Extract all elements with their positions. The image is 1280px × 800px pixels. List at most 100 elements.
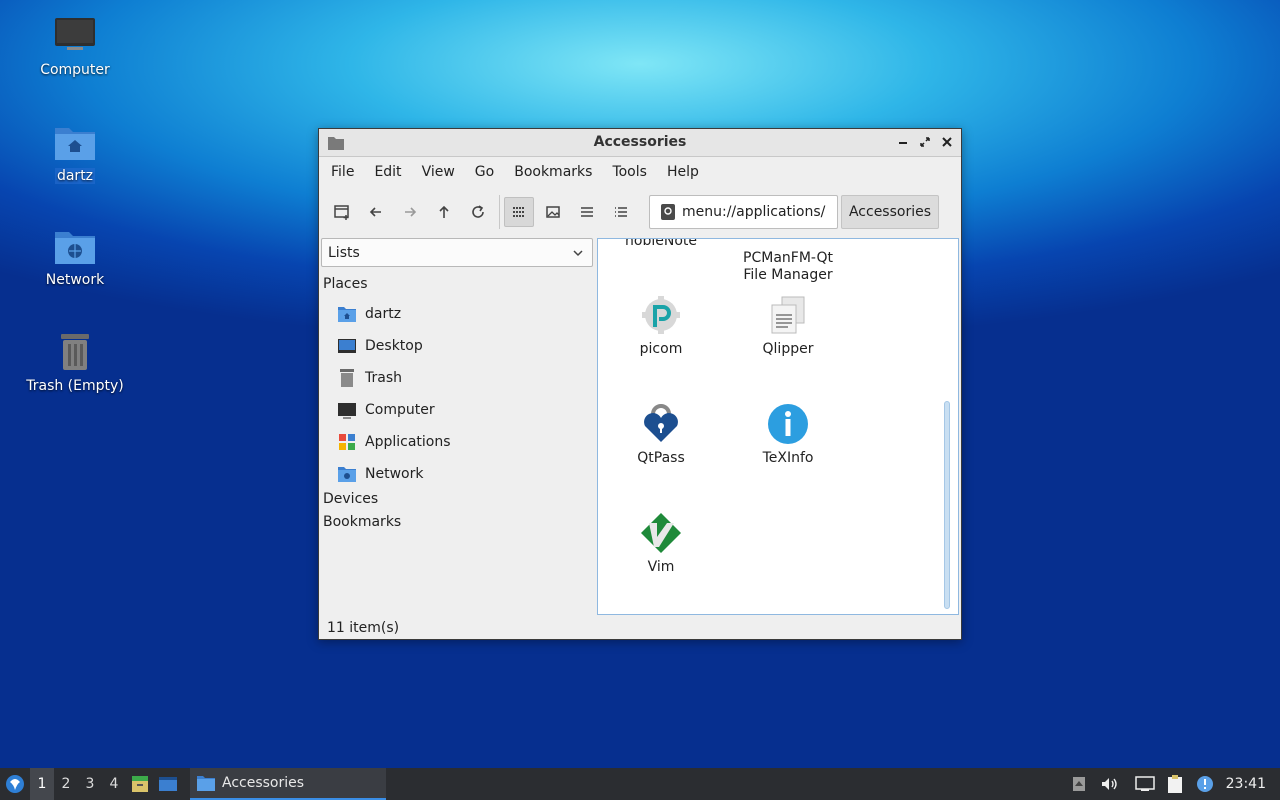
picom-icon <box>642 296 680 334</box>
lxqt-logo-icon <box>6 775 24 793</box>
menu-view[interactable]: View <box>412 164 465 180</box>
compact-view-button[interactable] <box>572 197 602 227</box>
quicklaunch-file-manager[interactable] <box>126 768 154 800</box>
icon-view-button[interactable] <box>504 197 534 227</box>
start-menu-button[interactable] <box>0 768 30 800</box>
file-item-texinfo[interactable]: TeXInfo <box>728 402 848 467</box>
close-icon <box>942 137 952 147</box>
tray-expand-button[interactable] <box>1064 768 1094 800</box>
applications-icon <box>339 434 355 450</box>
up-button[interactable] <box>429 197 459 227</box>
taskbar-task-accessories[interactable]: Accessories <box>190 768 386 800</box>
home-folder-icon <box>55 128 95 160</box>
reload-button[interactable] <box>463 197 493 227</box>
detailed-view-button[interactable] <box>606 197 636 227</box>
sidebar-item-computer[interactable]: Computer <box>337 396 435 424</box>
desktop-icon-trash[interactable]: Trash (Empty) <box>20 330 130 394</box>
maximize-button[interactable] <box>915 132 935 152</box>
qtpass-icon <box>644 404 678 442</box>
address-bar[interactable]: menu://applications/ <box>649 195 838 229</box>
clock[interactable]: 23:41 <box>1220 776 1280 792</box>
desktop-icon <box>338 339 356 353</box>
sidebar-item-dartz[interactable]: dartz <box>337 300 401 328</box>
sidebar-item-applications[interactable]: Applications <box>337 428 451 456</box>
workspace-2[interactable]: 2 <box>54 768 78 800</box>
file-manager-window: Accessories File Edit View Go Bookmarks … <box>318 128 962 640</box>
arrow-up-icon <box>439 205 449 218</box>
file-cabinet-icon <box>132 776 148 792</box>
places-heading[interactable]: Places <box>323 276 368 292</box>
sidebar: Lists Places dartz Desktop Trash Compute… <box>319 238 595 614</box>
reload-icon <box>472 205 484 218</box>
menu-edit[interactable]: Edit <box>364 164 411 180</box>
new-tab-icon <box>334 205 349 220</box>
desktop-icon-network[interactable]: Network <box>20 226 130 288</box>
menu-tools[interactable]: Tools <box>602 164 657 180</box>
menubar: File Edit View Go Bookmarks Tools Help <box>319 157 961 187</box>
desktop-icon-label: Computer <box>40 62 110 78</box>
quicklaunch-show-desktop[interactable] <box>154 768 182 800</box>
devices-heading[interactable]: Devices <box>323 491 378 507</box>
menu-help[interactable]: Help <box>657 164 709 180</box>
file-item-picom[interactable]: picom <box>601 293 721 358</box>
workspace-3[interactable]: 3 <box>78 768 102 800</box>
clipboard-tray-button[interactable] <box>1160 768 1190 800</box>
arrow-right-icon <box>405 207 417 217</box>
sidebar-item-label: Computer <box>365 402 435 418</box>
file-item-qlipper[interactable]: Qlipper <box>728 293 848 358</box>
notification-tray-button[interactable] <box>1190 768 1220 800</box>
sidebar-item-desktop[interactable]: Desktop <box>337 332 423 360</box>
window-titlebar[interactable]: Accessories <box>319 129 961 157</box>
desktop-icon-label: dartz <box>54 168 96 184</box>
workspace-4[interactable]: 4 <box>102 768 126 800</box>
volume-button[interactable] <box>1094 768 1124 800</box>
folder-icon <box>197 776 215 791</box>
notification-icon <box>1196 776 1213 792</box>
file-item-vim[interactable]: Vim <box>601 511 721 576</box>
status-bar-text: 11 item(s) <box>327 620 400 636</box>
sidebar-mode-select[interactable]: Lists <box>321 238 593 267</box>
breadcrumb-accessories[interactable]: Accessories <box>841 195 939 229</box>
file-item-label: PCManFM-Qt File Manager <box>743 250 833 283</box>
bookmarks-heading[interactable]: Bookmarks <box>323 514 401 530</box>
grid-view-icon <box>513 207 524 217</box>
desktop-icon-computer[interactable]: Computer <box>20 16 130 78</box>
trash-icon <box>61 334 89 370</box>
desktop-icon-home[interactable]: dartz <box>20 122 130 184</box>
file-view[interactable]: nobleNote PCManFM-Qt File Manager picom … <box>597 238 959 615</box>
file-item-label: Qlipper <box>762 341 814 357</box>
forward-button[interactable] <box>395 197 425 227</box>
network-folder-icon <box>338 467 356 482</box>
speaker-icon <box>1101 778 1117 790</box>
detailed-list-icon <box>615 207 627 217</box>
desktop-icon-label: Trash (Empty) <box>26 378 124 394</box>
menu-bookmarks[interactable]: Bookmarks <box>504 164 602 180</box>
vim-icon <box>641 513 681 553</box>
toolbar-separator <box>499 195 500 229</box>
sidebar-item-label: Trash <box>365 370 402 386</box>
chevron-down-icon <box>573 250 583 257</box>
window-title: Accessories <box>593 134 687 150</box>
file-item-qtpass[interactable]: QtPass <box>601 402 721 467</box>
file-item-noblenote[interactable]: nobleNote <box>601 238 721 250</box>
file-item-label: nobleNote <box>625 238 697 249</box>
vertical-scrollbar[interactable] <box>944 401 950 609</box>
back-button[interactable] <box>361 197 391 227</box>
network-tray-button[interactable] <box>1130 768 1160 800</box>
file-item-pcmanfm[interactable]: PCManFM-Qt File Manager <box>728 239 848 284</box>
workspace-1[interactable]: 1 <box>30 768 54 800</box>
menu-go[interactable]: Go <box>465 164 504 180</box>
menu-file[interactable]: File <box>321 164 364 180</box>
thumbnail-view-button[interactable] <box>538 197 568 227</box>
arrow-left-icon <box>369 207 381 217</box>
file-item-label: Vim <box>647 559 675 575</box>
minimize-button[interactable] <box>893 132 913 152</box>
sidebar-item-network[interactable]: Network <box>337 460 423 488</box>
close-button[interactable] <box>937 132 957 152</box>
network-wired-icon <box>1134 776 1155 791</box>
desktop-icon-label: Network <box>45 272 105 288</box>
taskbar: 1 2 3 4 Accessories 23:41 <box>0 768 1280 800</box>
new-tab-button[interactable] <box>327 197 357 227</box>
sidebar-item-trash[interactable]: Trash <box>337 364 402 392</box>
system-tray: 23:41 <box>1064 768 1280 800</box>
